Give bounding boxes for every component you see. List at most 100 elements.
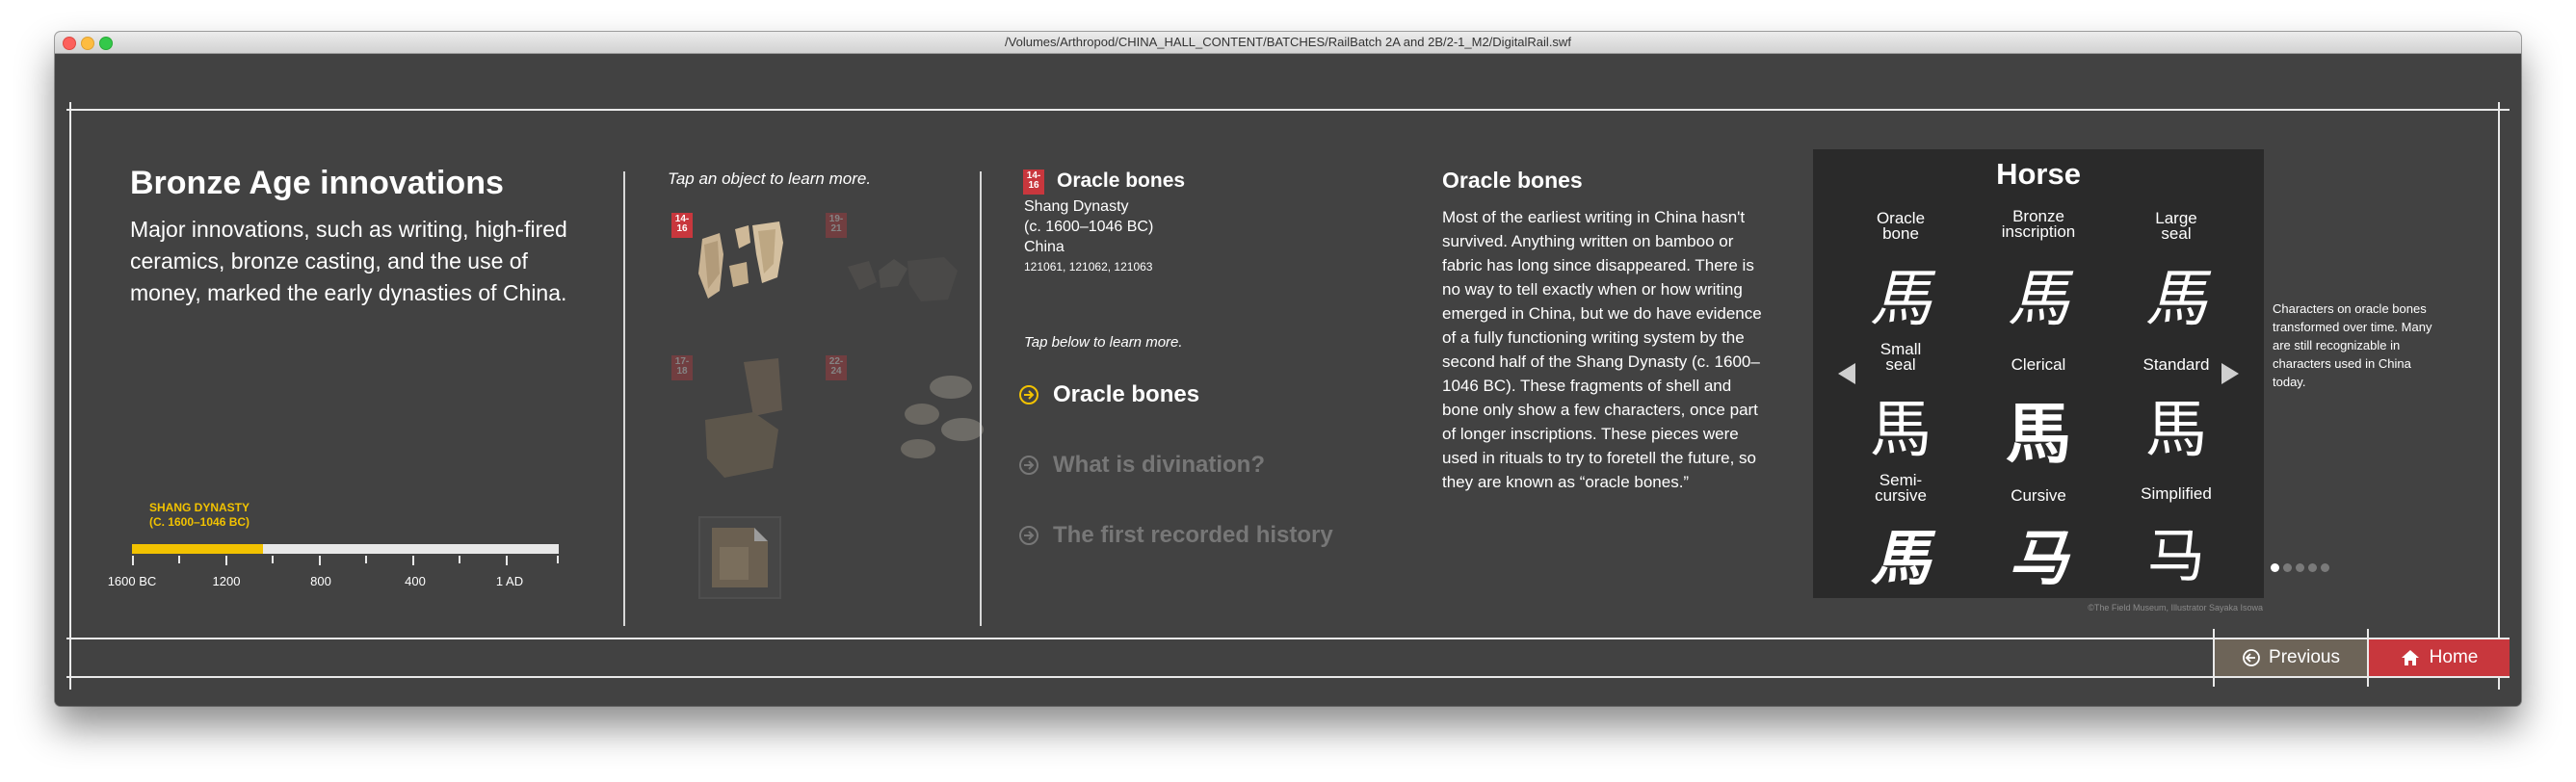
timeline-tick bbox=[365, 556, 367, 563]
topic-what-is-divination[interactable]: What is divination? bbox=[1018, 452, 1265, 479]
horse-glyph-cursive: 马 bbox=[2008, 523, 2068, 593]
page-dot[interactable] bbox=[2283, 563, 2292, 572]
script-label: Cursive bbox=[2011, 486, 2066, 505]
detail-meta: Shang Dynasty (c. 1600–1046 BC) China 12… bbox=[1024, 196, 1153, 277]
column-divider bbox=[623, 171, 625, 626]
zoom-window-button[interactable] bbox=[99, 37, 113, 50]
home-icon bbox=[2401, 650, 2419, 665]
horse-glyph-clerical: 馬 bbox=[2005, 396, 2071, 473]
timeline-tick bbox=[319, 556, 321, 565]
page-dot-active[interactable] bbox=[2271, 563, 2279, 572]
previous-slide-arrow[interactable] bbox=[1836, 361, 1857, 391]
intro-section: Bronze Age innovations Major innovations… bbox=[130, 164, 583, 309]
timeline-label-line2: (C. 1600–1046 BC) bbox=[148, 515, 250, 529]
triangle-left-icon bbox=[1838, 363, 1855, 384]
script-label: Standard bbox=[2142, 355, 2210, 374]
topic-oracle-bones[interactable]: Oracle bones bbox=[1018, 381, 1199, 408]
intro-body: Major innovations, such as writing, high… bbox=[130, 217, 567, 305]
topic-label: The first recorded history bbox=[1053, 522, 1333, 548]
timeline-tick bbox=[459, 556, 460, 563]
object-bronze-pieces[interactable] bbox=[840, 232, 975, 319]
detail-badge: 14- 16 bbox=[1023, 169, 1044, 195]
home-button[interactable]: Home bbox=[2369, 639, 2510, 676]
object-oracle-bones[interactable] bbox=[691, 216, 806, 312]
horse-glyph-semi-cursive: 馬 bbox=[1870, 523, 1931, 593]
arrow-circle-icon bbox=[1019, 456, 1038, 475]
horse-glyph-large-seal: 馬 bbox=[2145, 264, 2207, 335]
horse-panel-caption: Characters on oracle bones transformed o… bbox=[2273, 301, 2432, 389]
script-label: Small seal bbox=[1879, 340, 1922, 374]
window-title: /Volumes/Arthropod/CHINA_HALL_CONTENT/BA… bbox=[1005, 35, 1571, 49]
oracle-bone-fragments-image bbox=[698, 222, 783, 299]
page-dot[interactable] bbox=[2296, 563, 2304, 572]
intro-heading: Bronze Age innovations bbox=[130, 165, 504, 201]
object-badge: 14- 16 bbox=[671, 213, 693, 238]
timeline-tick bbox=[506, 556, 508, 565]
frame-line-left bbox=[69, 102, 71, 690]
page-dot[interactable] bbox=[2321, 563, 2329, 572]
timeline-tick bbox=[412, 556, 414, 565]
title-bar: /Volumes/Arthropod/CHINA_HALL_CONTENT/BA… bbox=[55, 32, 2521, 54]
home-label: Home bbox=[2429, 647, 2479, 667]
topic-first-recorded-history[interactable]: The first recorded history bbox=[1018, 522, 1333, 549]
detail-dynasty: Shang Dynasty bbox=[1024, 198, 1129, 215]
frame-line-mid bbox=[66, 638, 2510, 639]
timeline-label: SHANG DYNASTY (C. 1600–1046 BC) bbox=[142, 501, 257, 530]
script-label: Semi-cursive bbox=[1875, 471, 1927, 505]
arrow-circle-icon bbox=[1019, 526, 1038, 545]
timeline-bar bbox=[132, 544, 559, 554]
article-body: Most of the earliest writing in China ha… bbox=[1442, 208, 1762, 491]
document-icon bbox=[712, 528, 768, 587]
timeline-highlight bbox=[132, 544, 263, 554]
detail-title: Oracle bones bbox=[1057, 169, 1186, 192]
horse-character-panel: Horse Oracle bone Bronze inscription Large… bbox=[1813, 149, 2264, 598]
timeline-tick-label: 1 AD bbox=[495, 574, 524, 588]
horse-glyph-bronze: 馬 bbox=[2008, 264, 2069, 335]
kiosk-content: Bronze Age innovations Major innovations… bbox=[55, 54, 2521, 706]
topic-label: What is divination? bbox=[1053, 452, 1265, 478]
object-cowrie-shells[interactable] bbox=[883, 362, 999, 468]
cowrie-shells-image bbox=[901, 376, 984, 458]
detail-dates: (c. 1600–1046 BC) bbox=[1024, 219, 1154, 235]
timeline-label-line1: SHANG DYNASTY bbox=[148, 501, 250, 514]
horse-glyph-standard: 馬 bbox=[2145, 395, 2207, 466]
bone-tools-image bbox=[705, 358, 782, 478]
close-window-button[interactable] bbox=[63, 37, 76, 50]
bronze-pieces-image bbox=[848, 257, 958, 301]
column-divider bbox=[980, 171, 982, 626]
pagination-dots bbox=[2271, 560, 2333, 577]
script-label: Simplified bbox=[2141, 484, 2212, 503]
timeline-tick bbox=[132, 556, 134, 565]
script-label: Clerical bbox=[2011, 355, 2066, 374]
script-label: Oracle bone bbox=[1876, 209, 1926, 243]
previous-button[interactable]: Previous bbox=[2215, 639, 2367, 676]
image-credit: ©The Field Museum, Illustrator Sayaka Is… bbox=[2088, 603, 2263, 613]
horse-glyph-simplified: 马 bbox=[2147, 523, 2205, 590]
back-arrow-icon bbox=[2243, 649, 2260, 666]
objects-instruction: Tap an object to learn more. bbox=[668, 169, 872, 188]
topic-label: Oracle bones bbox=[1053, 381, 1200, 407]
arrow-circle-icon bbox=[1019, 385, 1038, 404]
frame-line-right bbox=[2498, 102, 2500, 690]
timeline-tick bbox=[272, 556, 274, 563]
timeline-tick bbox=[557, 556, 559, 563]
detail-place: China bbox=[1024, 239, 1065, 255]
previous-label: Previous bbox=[2269, 647, 2340, 667]
timeline-tick-label: 1600 BC bbox=[107, 574, 157, 588]
script-label: Bronze inscription bbox=[2001, 207, 2076, 241]
horse-glyph-small-seal: 馬 bbox=[1870, 395, 1932, 466]
document-thumbnail[interactable] bbox=[698, 516, 781, 599]
frame-line-top bbox=[66, 109, 2510, 111]
triangle-right-icon bbox=[2221, 363, 2239, 384]
timeline-tick bbox=[178, 556, 180, 563]
object-bone-tools[interactable] bbox=[686, 352, 830, 487]
timeline-tick-label: 1200 bbox=[212, 574, 241, 588]
next-slide-arrow[interactable] bbox=[2220, 361, 2241, 391]
topics-instruction: Tap below to learn more. bbox=[1024, 334, 1183, 351]
timeline-ticks bbox=[132, 556, 559, 567]
app-window: /Volumes/Arthropod/CHINA_HALL_CONTENT/BA… bbox=[55, 32, 2521, 706]
minimize-window-button[interactable] bbox=[81, 37, 94, 50]
horse-panel-title: Horse bbox=[1996, 157, 2081, 191]
timeline-tick-label: 800 bbox=[310, 574, 331, 588]
page-dot[interactable] bbox=[2308, 563, 2317, 572]
